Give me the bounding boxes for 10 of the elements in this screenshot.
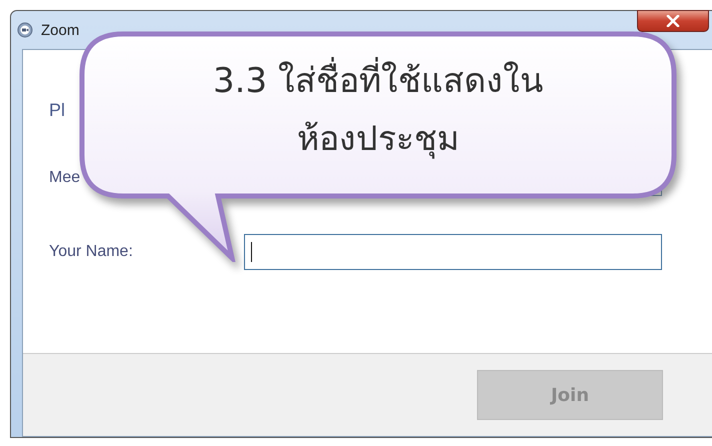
close-icon	[666, 15, 680, 27]
callout-text: 3.3 ใส่ชื่อที่ใช้แสดงใน	[213, 52, 543, 110]
field-label: Your Name:	[49, 243, 134, 261]
prompt-text: Pl	[49, 100, 66, 122]
input-field[interactable]	[244, 234, 662, 270]
camera-icon	[17, 22, 33, 38]
close-button[interactable]	[637, 10, 709, 32]
callout-text: ห้องประชุม	[297, 118, 459, 161]
window-title: Zoom	[41, 22, 80, 38]
field-label: Mee	[49, 169, 82, 187]
